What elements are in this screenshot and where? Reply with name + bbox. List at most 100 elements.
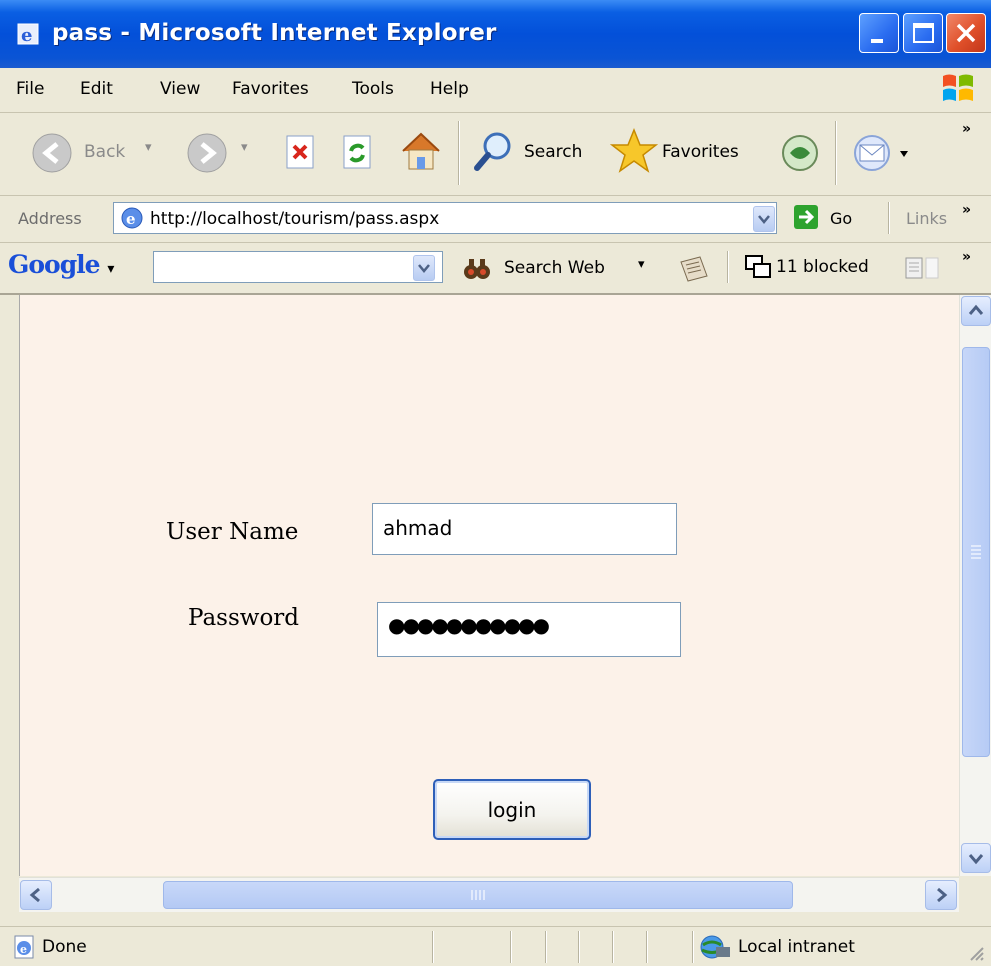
status-separator-2 (510, 931, 512, 963)
status-separator-4 (578, 931, 580, 963)
chevron-up-icon (968, 304, 984, 315)
search-button[interactable]: Search (472, 129, 592, 177)
menu-file[interactable]: File (16, 79, 44, 99)
address-separator (888, 202, 890, 234)
close-button[interactable] (946, 13, 986, 53)
back-arrow-icon (32, 133, 72, 173)
go-button[interactable] (794, 205, 818, 229)
menu-edit[interactable]: Edit (80, 79, 113, 99)
status-separator-7 (692, 931, 694, 963)
refresh-icon[interactable] (340, 133, 376, 173)
address-dropdown-button[interactable] (753, 206, 775, 232)
search-web-dropdown-icon: ▾ (638, 257, 645, 272)
popup-blocker-button[interactable]: 11 blocked (744, 253, 894, 283)
links-button[interactable]: Links (906, 209, 947, 228)
scroll-up-button[interactable] (961, 296, 991, 326)
google-overflow-icon[interactable]: » (962, 249, 971, 265)
resize-grip-icon[interactable] (966, 943, 986, 963)
address-label: Address (18, 209, 82, 228)
chevron-down-icon (418, 264, 430, 273)
google-logo[interactable]: Google ▾ (8, 250, 114, 279)
login-button[interactable]: login (433, 779, 591, 840)
address-input[interactable]: e http://localhost/tourism/pass.aspx (113, 202, 777, 234)
forward-button[interactable]: ▾ (185, 131, 265, 175)
media-icon[interactable] (778, 131, 822, 175)
menu-view[interactable]: View (160, 79, 200, 99)
page-done-icon: e (14, 935, 34, 959)
search-icon (474, 132, 511, 171)
search-web-label: Search Web (504, 258, 605, 278)
status-separator-6 (646, 931, 648, 963)
google-search-input[interactable] (153, 251, 443, 283)
browser-window: e pass - Microsoft Internet Explorer Fil… (0, 0, 991, 966)
google-toolbar: Google ▾ Search Web ▾ 11 blocked » (0, 243, 991, 295)
menu-tools[interactable]: Tools (352, 79, 394, 99)
status-bar: e Done Local intranet (0, 926, 991, 966)
horizontal-scrollbar[interactable] (19, 877, 959, 912)
menu-favorites[interactable]: Favorites (232, 79, 309, 99)
go-label[interactable]: Go (830, 209, 852, 228)
scroll-right-button[interactable] (925, 880, 957, 910)
password-value: ●●●●●●●●●●● (388, 613, 550, 637)
page-ie-icon: e (121, 207, 143, 229)
popup-blocker-icon (745, 255, 771, 278)
maximize-button[interactable] (903, 13, 943, 53)
scroll-corner (959, 877, 991, 911)
username-label: User Name (166, 519, 299, 545)
stop-icon[interactable] (283, 133, 319, 173)
search-web-button[interactable]: Search Web ▾ (462, 255, 652, 283)
home-icon[interactable] (398, 129, 444, 173)
chevron-down-icon (968, 854, 984, 865)
news-icon[interactable] (678, 254, 710, 284)
horizontal-scroll-thumb[interactable] (163, 881, 793, 909)
scroll-left-button[interactable] (20, 880, 52, 910)
toolbar-overflow-icon[interactable]: » (962, 121, 971, 137)
autofill-icon[interactable] (903, 255, 943, 283)
minimize-button[interactable] (859, 13, 899, 53)
toolbar-separator (458, 121, 460, 185)
favorites-star-icon (610, 127, 658, 173)
links-overflow-icon[interactable]: » (962, 202, 971, 218)
forward-arrow-icon (187, 133, 227, 173)
google-search-dropdown-button[interactable] (413, 255, 435, 281)
svg-text:e: e (21, 25, 32, 46)
chevron-right-icon (937, 887, 948, 903)
username-input[interactable]: ahmad (372, 503, 677, 555)
title-bar[interactable]: e pass - Microsoft Internet Explorer (0, 0, 991, 69)
standard-toolbar: Back ▾ ▾ Search Favorites » (0, 113, 991, 196)
menu-help[interactable]: Help (430, 79, 469, 99)
close-icon (956, 23, 976, 43)
google-logo-text: Google (8, 250, 101, 279)
maximize-icon (913, 23, 934, 43)
google-menu-arrow-icon: ▾ (107, 261, 114, 277)
scroll-down-button[interactable] (961, 843, 991, 873)
menu-bar: File Edit View Favorites Tools Help (0, 68, 991, 113)
address-bar: Address e http://localhost/tourism/pass.… (0, 196, 991, 243)
vertical-scrollbar[interactable] (959, 295, 991, 876)
binoculars-icon (464, 259, 490, 279)
google-separator (727, 251, 729, 283)
svg-text:e: e (126, 210, 136, 228)
status-separator-1 (432, 931, 434, 963)
back-label: Back (84, 142, 126, 162)
back-dropdown-icon: ▾ (145, 140, 152, 155)
ie-icon: e (17, 23, 39, 46)
status-separator-3 (545, 931, 547, 963)
toolbar-separator-2 (835, 121, 837, 185)
status-separator-5 (612, 931, 614, 963)
password-input[interactable]: ●●●●●●●●●●● (377, 602, 681, 657)
password-label: Password (188, 605, 300, 631)
back-button[interactable]: Back ▾ (30, 131, 180, 175)
windows-logo-icon (943, 74, 973, 101)
chevron-left-icon (29, 887, 40, 903)
search-label: Search (524, 142, 583, 162)
intranet-globe-icon (700, 935, 730, 959)
minimize-icon (871, 39, 883, 43)
mail-icon[interactable] (852, 131, 912, 175)
blocked-count: 11 blocked (776, 257, 869, 277)
vertical-scroll-thumb[interactable] (962, 347, 990, 757)
login-label: login (487, 798, 537, 822)
favorites-button[interactable]: Favorites (610, 127, 760, 179)
username-value: ahmad (383, 516, 453, 540)
favorites-label: Favorites (662, 142, 739, 162)
